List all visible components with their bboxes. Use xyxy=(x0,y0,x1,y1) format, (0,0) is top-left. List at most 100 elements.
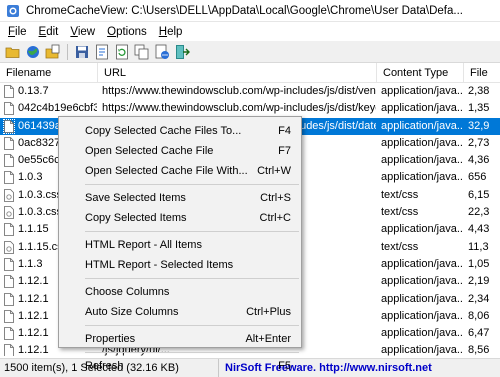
css-file-icon xyxy=(4,240,14,254)
context-menu: Copy Selected Cache Files To... F4 Open Se… xyxy=(58,116,302,372)
file-size-cell: 1,05 xyxy=(468,257,490,270)
table-row[interactable]: 0.13.7 https://www.thewindowsclub.com/wp-… xyxy=(0,83,500,100)
menu-separator xyxy=(85,325,299,326)
column-header-url[interactable]: URL xyxy=(98,63,377,83)
file-icon xyxy=(4,136,14,150)
column-header-filename[interactable]: Filename xyxy=(0,63,98,83)
file-size-cell: 4,43 xyxy=(468,223,490,236)
menu-item-label: Choose Columns xyxy=(85,286,170,298)
exit-icon[interactable] xyxy=(173,43,191,61)
css-file-icon xyxy=(4,206,14,219)
menu-separator xyxy=(85,184,299,185)
menu-item-shortcut: F5 xyxy=(278,360,291,372)
content-type-cell: application/java... xyxy=(381,136,463,149)
file-icon xyxy=(4,171,14,185)
file-icon xyxy=(4,85,14,98)
filename-text: 1.1.3 xyxy=(18,257,43,270)
column-header-row: Filename URL Content Type File xyxy=(0,63,500,83)
menu-item-label: Open Selected Cache File With... xyxy=(85,165,248,177)
menu-bar: File Edit View Options Help xyxy=(0,22,500,41)
url-cell: https://www.thewindowsclub.com/wp-includ… xyxy=(102,102,376,115)
menu-item-shortcut: Ctrl+Plus xyxy=(246,306,291,318)
menu-item-label: Save Selected Items xyxy=(85,192,186,204)
file-icon xyxy=(4,292,14,306)
copy-files-icon[interactable] xyxy=(44,43,62,61)
content-type-cell: application/java... xyxy=(381,85,463,97)
url-cell: https://www.thewindowsclub.com/wp-includ… xyxy=(102,85,376,97)
table-row[interactable]: 042c4b19e6cbf3... https://www.thewindowsc… xyxy=(0,100,500,117)
filename-text: 1.1.15 xyxy=(18,223,49,236)
content-type-cell: text/css xyxy=(381,206,419,219)
content-type-cell: text/css xyxy=(381,188,419,201)
properties-icon[interactable] xyxy=(93,43,111,61)
filename-text: 1.12.1 xyxy=(18,309,49,322)
css-file-icon xyxy=(4,188,14,202)
file-icon xyxy=(4,223,14,237)
menu-help[interactable]: Help xyxy=(153,26,189,38)
file-size-cell: 4,36 xyxy=(468,154,490,167)
save-icon[interactable] xyxy=(73,43,91,61)
menu-separator xyxy=(85,352,299,353)
menu-item-label: Copy Selected Items xyxy=(85,212,187,224)
file-size-cell: 8,56 xyxy=(468,344,490,356)
file-size-cell: 2,73 xyxy=(468,136,490,149)
filename-text: 0.13.7 xyxy=(18,85,49,97)
content-type-cell: application/java... xyxy=(381,327,463,340)
globe-icon[interactable] xyxy=(24,43,42,61)
menu-edit[interactable]: Edit xyxy=(33,26,65,38)
context-menu-copy-selected-cache-files-to[interactable]: Copy Selected Cache Files To... F4 xyxy=(59,121,301,141)
menu-item-label: Open Selected Cache File xyxy=(85,145,214,157)
filename-text: 1.12.1 xyxy=(18,292,49,305)
content-type-cell: application/java... xyxy=(381,102,463,115)
copy-icon[interactable] xyxy=(133,43,151,61)
menu-separator xyxy=(85,278,299,279)
context-menu-refresh[interactable]: Refresh F5 xyxy=(59,356,301,376)
context-menu-html-report-all-items[interactable]: HTML Report - All Items xyxy=(59,235,301,255)
column-header-file-size[interactable]: File xyxy=(464,63,500,83)
window-title: ChromeCacheView: C:\Users\DELL\AppData\L… xyxy=(26,4,463,17)
menu-item-shortcut: Alt+Enter xyxy=(245,333,291,345)
column-header-content-type[interactable]: Content Type xyxy=(377,63,464,83)
toolbar-separator xyxy=(67,43,68,60)
menu-item-shortcut: Ctrl+W xyxy=(257,165,291,177)
content-type-cell: application/java... xyxy=(381,292,463,305)
file-size-cell: 6,47 xyxy=(468,327,490,340)
title-bar: ChromeCacheView: C:\Users\DELL\AppData\L… xyxy=(0,0,500,22)
menu-separator xyxy=(85,231,299,232)
filename-text: 1.12.1 xyxy=(18,327,49,340)
context-menu-properties[interactable]: Properties Alt+Enter xyxy=(59,329,301,349)
content-type-cell: application/java... xyxy=(381,344,463,356)
context-menu-choose-columns[interactable]: Choose Columns xyxy=(59,282,301,302)
menu-item-shortcut: F7 xyxy=(278,145,291,157)
context-menu-auto-size-columns[interactable]: Auto Size Columns Ctrl+Plus xyxy=(59,302,301,322)
filename-text: 042c4b19e6cbf3... xyxy=(18,102,97,115)
context-menu-open-selected-cache-file[interactable]: Open Selected Cache File F7 xyxy=(59,141,301,161)
refresh-icon[interactable] xyxy=(113,43,131,61)
menu-item-label: Refresh xyxy=(85,360,124,372)
file-icon xyxy=(4,258,14,271)
menu-item-label: Properties xyxy=(85,333,136,345)
file-size-cell: 656 xyxy=(468,171,487,184)
context-menu-html-report-selected-items[interactable]: HTML Report - Selected Items xyxy=(59,255,301,275)
menu-file[interactable]: File xyxy=(2,26,33,38)
context-menu-open-selected-cache-file-with[interactable]: Open Selected Cache File With... Ctrl+W xyxy=(59,161,301,181)
menu-item-shortcut: Ctrl+C xyxy=(259,212,291,224)
file-icon xyxy=(4,275,14,289)
context-menu-save-selected-items[interactable]: Save Selected Items Ctrl+S xyxy=(59,188,301,208)
content-type-cell: application/java... xyxy=(381,171,463,184)
toolbar xyxy=(0,41,500,63)
chrome-cache-app-icon xyxy=(6,4,20,18)
html-report-icon[interactable] xyxy=(153,43,171,61)
menu-item-label: Copy Selected Cache Files To... xyxy=(85,125,242,137)
menu-item-shortcut: Ctrl+S xyxy=(260,192,291,204)
context-menu-copy-selected-items[interactable]: Copy Selected Items Ctrl+C xyxy=(59,208,301,228)
file-icon xyxy=(4,344,14,356)
menu-item-label: HTML Report - All Items xyxy=(85,239,202,251)
file-size-cell: 2,34 xyxy=(468,292,490,305)
menu-view[interactable]: View xyxy=(64,26,101,38)
open-folder-icon[interactable] xyxy=(4,43,22,61)
content-type-cell: application/java... xyxy=(381,119,463,132)
menu-options[interactable]: Options xyxy=(101,26,153,38)
filename-text: 1.12.1 xyxy=(18,344,49,356)
file-size-cell: 2,38 xyxy=(468,85,490,97)
